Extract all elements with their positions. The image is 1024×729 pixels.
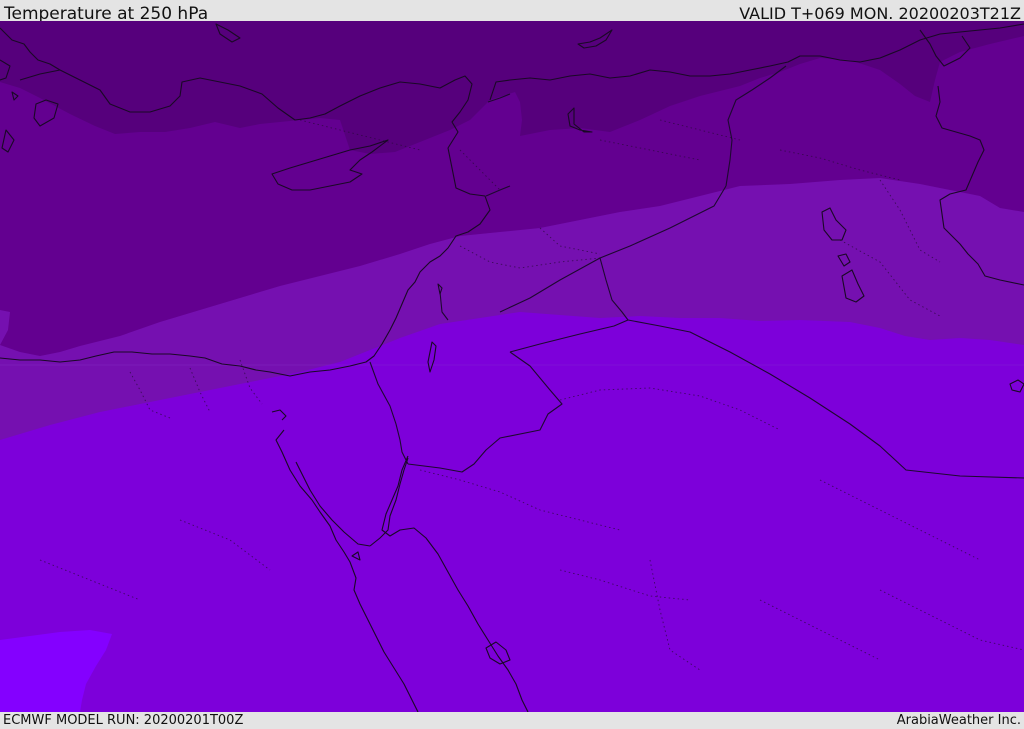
header-bar: Temperature at 250 hPa VALID T+069 MON. … xyxy=(0,0,1024,24)
weather-map xyxy=(0,21,1024,712)
footer-bar: ECMWF MODEL RUN: 20200201T00Z ArabiaWeat… xyxy=(0,712,1024,729)
model-run-label: ECMWF MODEL RUN: 20200201T00Z xyxy=(3,713,244,728)
credit-label: ArabiaWeather Inc. xyxy=(896,713,1021,728)
map-canvas xyxy=(0,21,1024,712)
